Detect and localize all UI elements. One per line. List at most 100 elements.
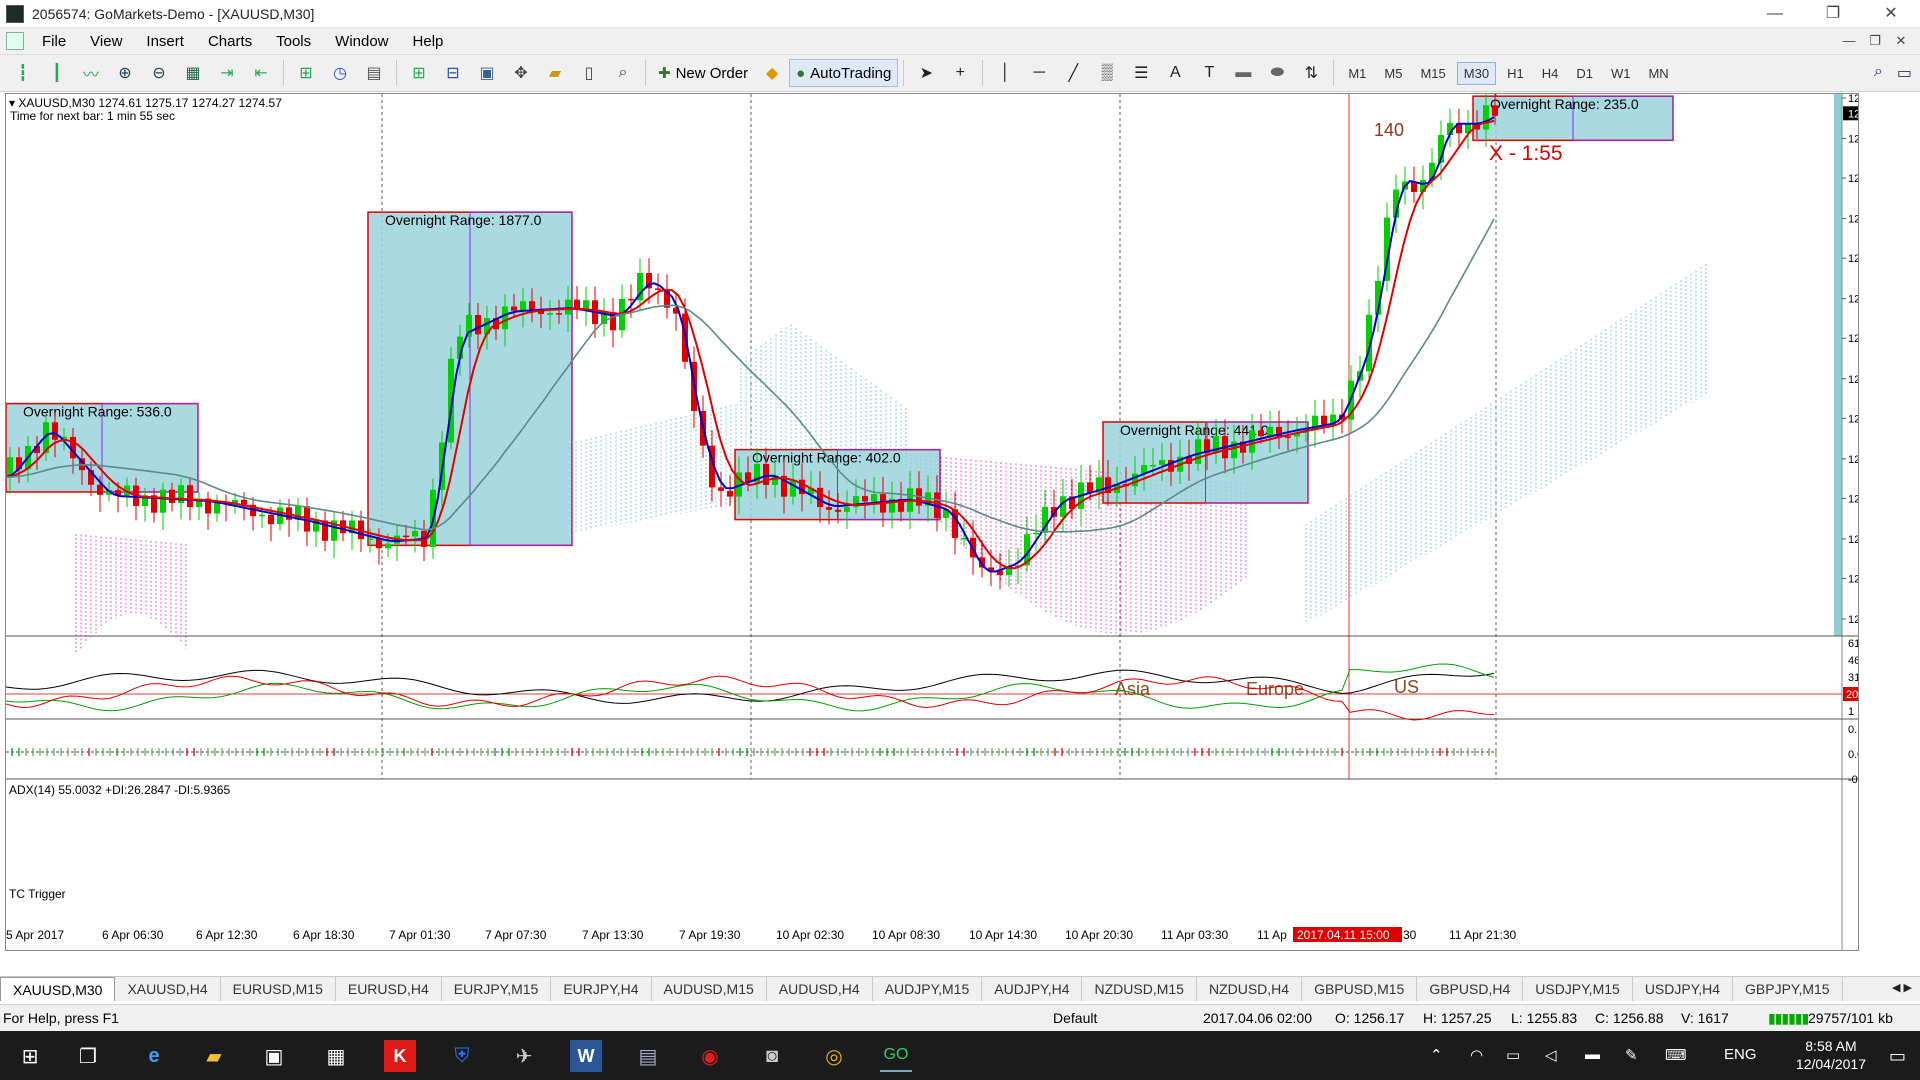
- timeframe-h4[interactable]: H4: [1535, 62, 1566, 85]
- timeframe-m5[interactable]: M5: [1377, 62, 1409, 85]
- document-icon[interactable]: [6, 32, 24, 50]
- new-chart-icon[interactable]: ⊞: [406, 60, 432, 86]
- vertical-line-icon[interactable]: │: [992, 60, 1018, 86]
- chrome-icon[interactable]: ◎: [818, 1040, 850, 1072]
- search-icon[interactable]: ⌕: [1874, 63, 1883, 83]
- globe-app-icon[interactable]: ✈: [508, 1040, 540, 1072]
- tab-audjpy-h4[interactable]: AUDJPY,H4: [982, 977, 1083, 1001]
- tab-eurusd-m15[interactable]: EURUSD,M15: [221, 977, 336, 1001]
- templates-icon[interactable]: ▤: [361, 60, 387, 86]
- fibonacci-icon[interactable]: ▒: [1094, 60, 1120, 86]
- periods-icon[interactable]: ◷: [327, 60, 353, 86]
- file-explorer-icon[interactable]: ▰: [198, 1040, 230, 1072]
- menu-file[interactable]: File: [30, 33, 78, 50]
- app-icon-red[interactable]: ◉: [694, 1040, 726, 1072]
- shield-icon[interactable]: ⛨: [446, 1040, 478, 1072]
- calculator-icon[interactable]: ▦: [320, 1040, 352, 1072]
- windows-start-icon[interactable]: ⊞: [14, 1040, 46, 1072]
- clock[interactable]: 8:58 AM 12/04/2017: [1796, 1037, 1866, 1073]
- tab-gbpjpy-m15[interactable]: GBPJPY,M15: [1733, 977, 1843, 1001]
- timeframe-m30[interactable]: M30: [1456, 61, 1497, 85]
- kaspersky-icon[interactable]: K: [384, 1040, 416, 1072]
- terminal-icon[interactable]: ▯: [576, 60, 602, 86]
- language-indicator[interactable]: ENG: [1724, 1046, 1757, 1063]
- keyboard-icon[interactable]: ⌨: [1665, 1046, 1687, 1064]
- cursor-icon[interactable]: ➤: [913, 60, 939, 86]
- tab-eurusd-h4[interactable]: EURUSD,H4: [336, 977, 442, 1001]
- channel-icon[interactable]: ☰: [1128, 60, 1154, 86]
- timeframe-h1[interactable]: H1: [1500, 62, 1531, 85]
- battery-icon[interactable]: ▭: [1506, 1046, 1520, 1064]
- tab-audusd-h4[interactable]: AUDUSD,H4: [767, 977, 873, 1001]
- pen-icon[interactable]: ✎: [1625, 1046, 1638, 1064]
- tab-xauusd-m30[interactable]: XAUUSD,M30: [0, 977, 116, 1001]
- menu-tools[interactable]: Tools: [264, 33, 323, 50]
- menu-view[interactable]: View: [78, 33, 134, 50]
- edge-icon[interactable]: e: [138, 1040, 170, 1072]
- chat-icon[interactable]: ▭: [1897, 63, 1912, 83]
- tab-eurjpy-m15[interactable]: EURJPY,M15: [442, 977, 552, 1001]
- chart-canvas[interactable]: Overnight Range: 536.0 Overnight Range: 1…: [6, 94, 1858, 950]
- menu-insert[interactable]: Insert: [134, 33, 196, 50]
- timeframe-d1[interactable]: D1: [1569, 62, 1600, 85]
- folder-icon[interactable]: ▰: [542, 60, 568, 86]
- candlestick-icon[interactable]: ┃: [44, 60, 70, 86]
- tab-audusd-m15[interactable]: AUDUSD,M15: [652, 977, 767, 1001]
- word-icon[interactable]: W: [570, 1040, 602, 1072]
- minimize-button[interactable]: —: [1746, 0, 1804, 28]
- tab-usdjpy-m15[interactable]: USDJPY,M15: [1523, 977, 1633, 1001]
- timeframe-w1[interactable]: W1: [1604, 62, 1638, 85]
- menu-help[interactable]: Help: [401, 33, 456, 50]
- rectangle-icon[interactable]: ▬: [1230, 60, 1256, 86]
- gomarkets-icon[interactable]: GO: [880, 1040, 912, 1072]
- tab-audjpy-m15[interactable]: AUDJPY,M15: [873, 977, 983, 1001]
- strategy-tester-icon[interactable]: ⌕: [610, 60, 636, 86]
- menu-charts[interactable]: Charts: [196, 33, 264, 50]
- restore-button[interactable]: ❐: [1804, 0, 1862, 28]
- volume-icon[interactable]: ◁: [1545, 1046, 1557, 1064]
- profiles-icon[interactable]: ⊟: [440, 60, 466, 86]
- tab-xauusd-h4[interactable]: XAUUSD,H4: [115, 977, 221, 1001]
- tile-windows-icon[interactable]: ▦: [180, 60, 206, 86]
- trendline-icon[interactable]: ╱: [1060, 60, 1086, 86]
- timeframe-m15[interactable]: M15: [1413, 62, 1452, 85]
- bar-chart-icon[interactable]: ┇: [10, 60, 36, 86]
- crosshair-icon[interactable]: +: [947, 60, 973, 86]
- chart-window[interactable]: Overnight Range: 536.0 Overnight Range: 1…: [5, 93, 1859, 951]
- text-label-icon[interactable]: T: [1196, 60, 1222, 86]
- chart-shift-icon[interactable]: ⇥: [214, 60, 240, 86]
- tray-chevron-icon[interactable]: ⌃: [1430, 1046, 1443, 1064]
- horizontal-line-icon[interactable]: ─: [1026, 60, 1052, 86]
- tab-scroll-arrows[interactable]: ◀ ▶: [1892, 981, 1912, 994]
- camera-icon[interactable]: ◙: [756, 1040, 788, 1072]
- arrows-icon[interactable]: ⇅: [1298, 60, 1324, 86]
- tab-nzdusd-m15[interactable]: NZDUSD,M15: [1082, 977, 1197, 1001]
- timeframe-m1[interactable]: M1: [1341, 62, 1373, 85]
- tab-gbpusd-h4[interactable]: GBPUSD,H4: [1417, 977, 1524, 1001]
- ellipse-icon[interactable]: ⬬: [1264, 60, 1290, 86]
- new-order-button[interactable]: ✚ New Order: [651, 59, 755, 87]
- close-button[interactable]: ✕: [1862, 0, 1920, 28]
- mdi-minimize-icon[interactable]: —: [1836, 33, 1862, 49]
- market-watch-icon[interactable]: ▣: [474, 60, 500, 86]
- notifications-icon[interactable]: ▭: [1889, 1046, 1906, 1067]
- zoom-out-icon[interactable]: ⊖: [146, 60, 172, 86]
- store-icon[interactable]: ▣: [258, 1040, 290, 1072]
- tab-eurjpy-h4[interactable]: EURJPY,H4: [551, 977, 652, 1001]
- tab-usdjpy-h4[interactable]: USDJPY,H4: [1633, 977, 1734, 1001]
- network-app-icon[interactable]: ▤: [632, 1040, 664, 1072]
- tab-gbpusd-m15[interactable]: GBPUSD,M15: [1302, 977, 1418, 1001]
- zoom-in-icon[interactable]: ⊕: [112, 60, 138, 86]
- tab-nzdusd-h4[interactable]: NZDUSD,H4: [1197, 977, 1303, 1001]
- indicators-icon[interactable]: ⊞: [293, 60, 319, 86]
- power-icon[interactable]: ▬: [1585, 1046, 1600, 1063]
- text-icon[interactable]: A: [1162, 60, 1188, 86]
- line-chart-icon[interactable]: 〰: [78, 60, 104, 86]
- wifi-icon[interactable]: ◠: [1470, 1046, 1483, 1064]
- auto-scroll-icon[interactable]: ⇤: [248, 60, 274, 86]
- task-view-icon[interactable]: ❐: [72, 1040, 104, 1072]
- mdi-close-icon[interactable]: ✕: [1888, 33, 1914, 49]
- autotrading-button[interactable]: ● AutoTrading: [789, 59, 899, 87]
- metaeditor-icon[interactable]: ◆: [759, 60, 785, 86]
- navigator-icon[interactable]: ✥: [508, 60, 534, 86]
